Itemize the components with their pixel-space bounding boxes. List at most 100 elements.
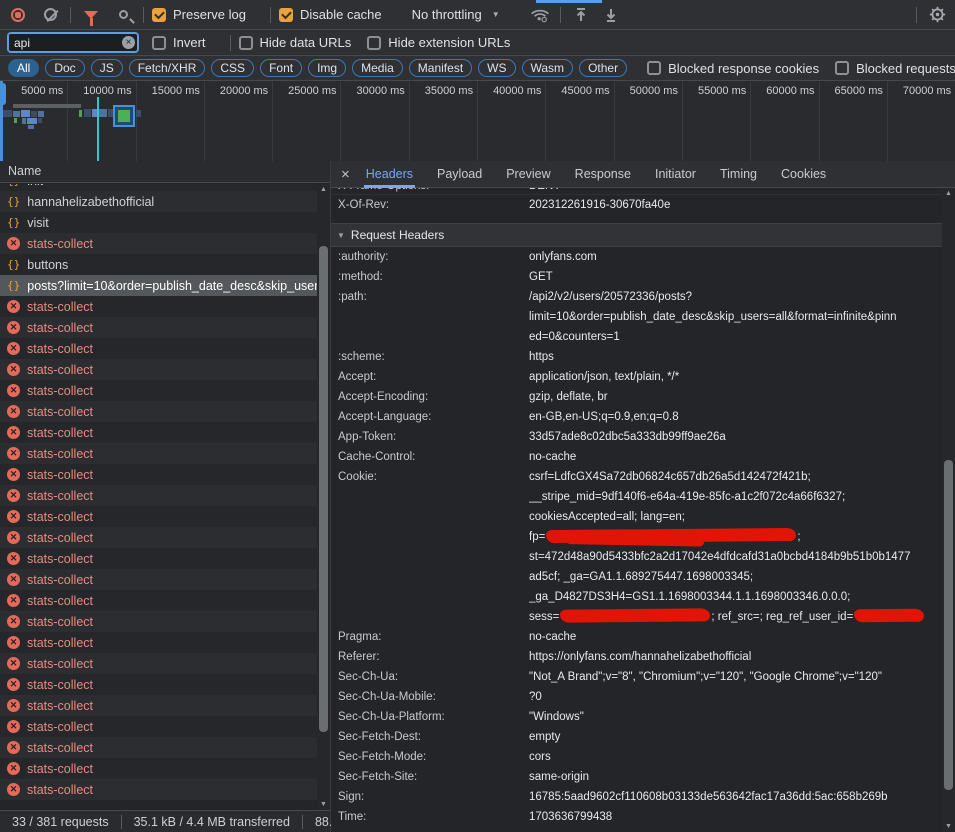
clear-filter-icon[interactable]: × bbox=[122, 36, 135, 49]
request-row[interactable]: ✕stats-collect bbox=[0, 716, 317, 737]
export-har-button[interactable] bbox=[599, 3, 623, 27]
request-row[interactable]: ✕stats-collect bbox=[0, 590, 317, 611]
search-button[interactable] bbox=[111, 3, 135, 27]
tab-response[interactable]: Response bbox=[573, 161, 633, 188]
request-row[interactable]: ✕stats-collect bbox=[0, 380, 317, 401]
network-conditions-button[interactable] bbox=[528, 3, 552, 27]
type-filter-pill-media[interactable]: Media bbox=[352, 59, 403, 77]
filter-checkbox-group[interactable]: Hide extension URLs bbox=[367, 35, 510, 50]
preserve-log-checkbox-group[interactable]: Preserve log bbox=[152, 7, 246, 22]
blocked-checkbox-group[interactable]: Blocked response cookies bbox=[647, 61, 819, 76]
filter-checkbox-group[interactable]: Invert bbox=[152, 35, 206, 50]
section-header-request-headers[interactable]: ▼Request Headers bbox=[331, 224, 942, 247]
name-column-header[interactable]: Name bbox=[0, 161, 330, 183]
type-filter-pill-js[interactable]: JS bbox=[91, 59, 123, 77]
request-row[interactable]: ✕stats-collect bbox=[0, 422, 317, 443]
close-icon[interactable]: × bbox=[341, 166, 350, 183]
preserve-log-checkbox[interactable] bbox=[152, 8, 166, 22]
request-row[interactable]: ✕stats-collect bbox=[0, 569, 317, 590]
settings-button[interactable] bbox=[925, 3, 949, 27]
request-row[interactable]: ✕stats-collect bbox=[0, 674, 317, 695]
request-row[interactable]: ✕stats-collect bbox=[0, 296, 317, 317]
disable-cache-label: Disable cache bbox=[300, 7, 382, 22]
tab-payload[interactable]: Payload bbox=[435, 161, 484, 188]
request-row[interactable]: ✕stats-collect bbox=[0, 779, 317, 800]
type-filter-pill-fetch-xhr[interactable]: Fetch/XHR bbox=[129, 59, 206, 77]
request-row[interactable]: ✕stats-collect bbox=[0, 632, 317, 653]
request-row[interactable]: ✕stats-collect bbox=[0, 695, 317, 716]
overview-brush-grip[interactable] bbox=[0, 83, 6, 105]
request-row[interactable]: ✕stats-collect bbox=[0, 611, 317, 632]
header-row: Accept:application/json, text/plain, */* bbox=[331, 367, 942, 387]
tab-preview[interactable]: Preview bbox=[504, 161, 552, 188]
header-row: :method:GET bbox=[331, 267, 942, 287]
tab-timing[interactable]: Timing bbox=[718, 161, 759, 188]
request-row[interactable]: ✕stats-collect bbox=[0, 527, 317, 548]
filter-checkbox[interactable] bbox=[367, 36, 381, 50]
request-name: stats-collect bbox=[27, 321, 93, 335]
throttling-dropdown[interactable]: No throttling ▼ bbox=[412, 7, 500, 22]
request-row[interactable]: ✕stats-collect bbox=[0, 737, 317, 758]
request-row[interactable]: ✕stats-collect bbox=[0, 485, 317, 506]
disable-cache-checkbox-group[interactable]: Disable cache bbox=[279, 7, 382, 22]
import-har-button[interactable] bbox=[569, 3, 593, 27]
type-filter-pill-img[interactable]: Img bbox=[308, 59, 346, 77]
filter-checkbox[interactable] bbox=[239, 36, 253, 50]
request-row[interactable]: {}init bbox=[0, 184, 317, 191]
request-row[interactable]: {}visit bbox=[0, 212, 317, 233]
details-tab-bar: × Headers Payload Preview Response Initiator… bbox=[331, 161, 955, 188]
request-list-scrollbar[interactable]: ▲ ▼ bbox=[317, 184, 330, 810]
tab-initiator[interactable]: Initiator bbox=[653, 161, 698, 188]
filter-checkbox-label: Hide extension URLs bbox=[388, 35, 510, 50]
scrollbar-thumb[interactable] bbox=[944, 460, 953, 790]
details-scrollbar[interactable]: ▲ ▼ bbox=[942, 188, 955, 832]
blocked-checkbox[interactable] bbox=[835, 61, 849, 75]
header-value-line: 16785:5aad9602cf110608b03133de563642fac1… bbox=[529, 787, 942, 807]
scroll-down-icon[interactable]: ▼ bbox=[317, 801, 330, 808]
type-filter-pill-font[interactable]: Font bbox=[260, 59, 302, 77]
request-row[interactable]: {}posts?limit=10&order=publish_date_desc… bbox=[0, 275, 317, 296]
type-filter-pill-doc[interactable]: Doc bbox=[45, 59, 84, 77]
type-filter-pill-all[interactable]: All bbox=[8, 59, 39, 77]
scroll-down-icon[interactable]: ▼ bbox=[942, 823, 955, 830]
disable-cache-checkbox[interactable] bbox=[279, 8, 293, 22]
filter-checkbox-group[interactable]: Hide data URLs bbox=[239, 35, 352, 50]
request-row[interactable]: ✕stats-collect bbox=[0, 338, 317, 359]
filter-checkbox[interactable] bbox=[152, 36, 166, 50]
error-icon: ✕ bbox=[7, 342, 20, 355]
request-row[interactable]: ✕stats-collect bbox=[0, 653, 317, 674]
request-row[interactable]: ✕stats-collect bbox=[0, 506, 317, 527]
error-icon: ✕ bbox=[7, 636, 20, 649]
request-row[interactable]: ✕stats-collect bbox=[0, 233, 317, 254]
tab-headers[interactable]: Headers bbox=[364, 161, 415, 188]
request-row[interactable]: ✕stats-collect bbox=[0, 758, 317, 779]
filter-input[interactable] bbox=[8, 33, 138, 52]
request-row[interactable]: ✕stats-collect bbox=[0, 443, 317, 464]
clear-button[interactable] bbox=[38, 3, 62, 27]
request-list: {}init{}hannahelizabethofficial{}visit✕s… bbox=[0, 184, 317, 810]
type-filter-pill-css[interactable]: CSS bbox=[211, 59, 254, 77]
record-button[interactable] bbox=[6, 3, 30, 27]
type-filter-pill-other[interactable]: Other bbox=[579, 59, 627, 77]
request-row[interactable]: ✕stats-collect bbox=[0, 464, 317, 485]
filter-toggle-button[interactable] bbox=[79, 3, 103, 27]
header-value-line: empty bbox=[529, 727, 942, 747]
scroll-up-icon[interactable]: ▲ bbox=[317, 186, 330, 193]
type-filter-pill-ws[interactable]: WS bbox=[478, 59, 515, 77]
waterfall-overview[interactable]: 5000 ms10000 ms15000 ms20000 ms25000 ms3… bbox=[0, 81, 955, 161]
request-row[interactable]: ✕stats-collect bbox=[0, 401, 317, 422]
request-row[interactable]: ✕stats-collect bbox=[0, 317, 317, 338]
request-row[interactable]: {}buttons bbox=[0, 254, 317, 275]
type-filter-pill-wasm[interactable]: Wasm bbox=[522, 59, 574, 77]
type-filter-pill-manifest[interactable]: Manifest bbox=[409, 59, 472, 77]
blocked-checkbox[interactable] bbox=[647, 61, 661, 75]
tab-cookies[interactable]: Cookies bbox=[779, 161, 828, 188]
request-row[interactable]: ✕stats-collect bbox=[0, 548, 317, 569]
request-row[interactable]: {}hannahelizabethofficial bbox=[0, 191, 317, 212]
blocked-checkbox-group[interactable]: Blocked requests bbox=[835, 61, 955, 76]
header-value-text: csrf=LdfcGX4Sa72db06824c657db26a5d142472… bbox=[529, 471, 811, 483]
header-value-line: csrf=LdfcGX4Sa72db06824c657db26a5d142472… bbox=[529, 467, 942, 487]
scroll-up-icon[interactable]: ▲ bbox=[942, 190, 955, 197]
request-row[interactable]: ✕stats-collect bbox=[0, 359, 317, 380]
scrollbar-thumb[interactable] bbox=[319, 246, 328, 732]
